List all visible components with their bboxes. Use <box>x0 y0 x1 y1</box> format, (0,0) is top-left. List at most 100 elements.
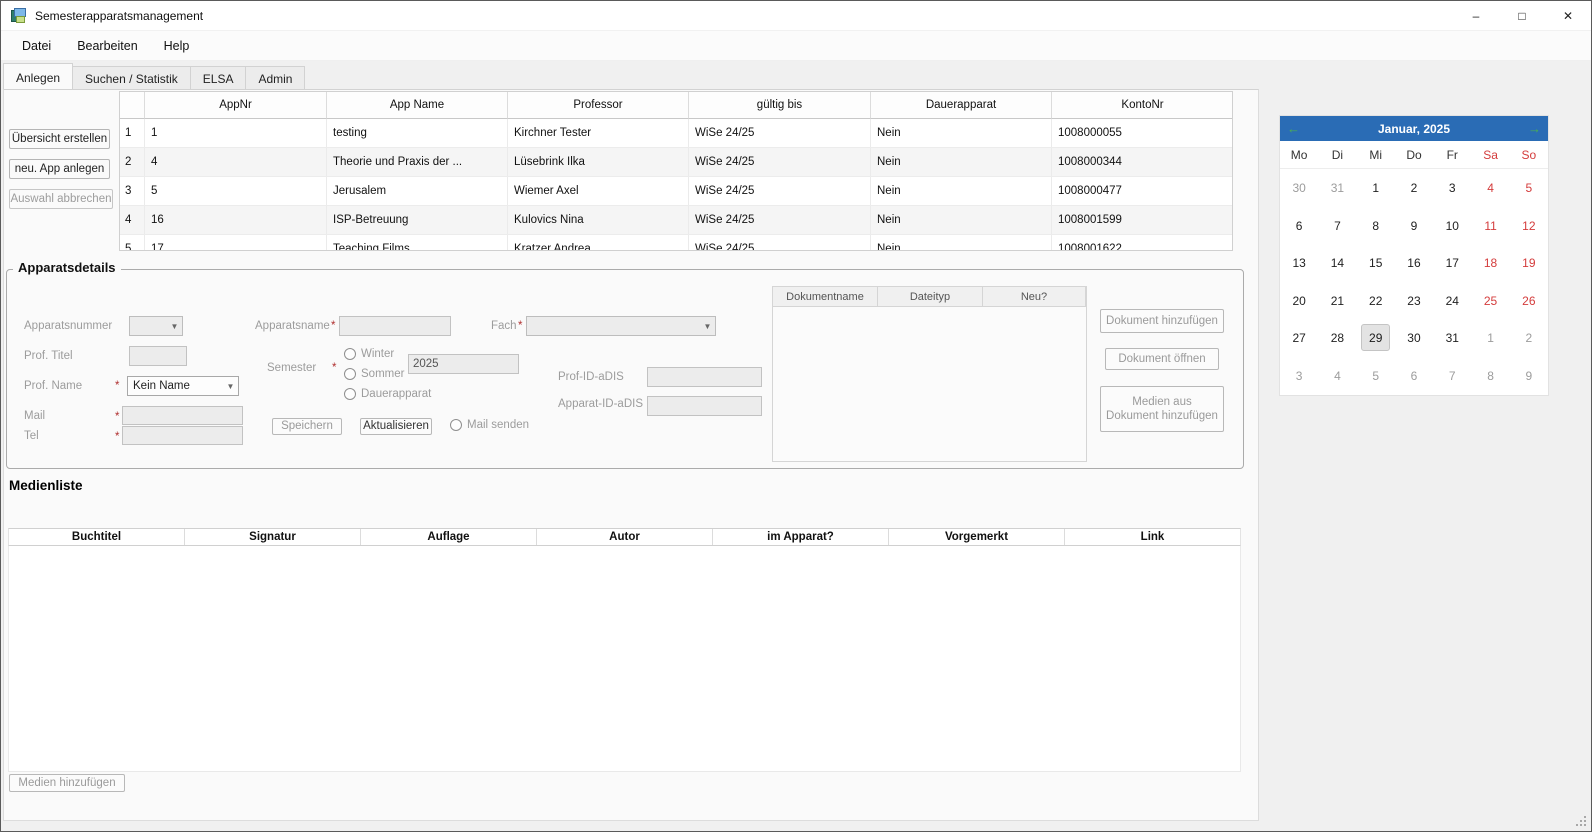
calendar-day-selected[interactable]: 29 <box>1357 319 1395 357</box>
close-button[interactable]: ✕ <box>1545 1 1591 30</box>
winter-radio[interactable]: Winter <box>344 348 394 360</box>
calendar-day[interactable]: 11 <box>1471 207 1509 245</box>
prof-id-adis-input[interactable] <box>647 367 762 387</box>
calendar-week-row: 20212223242526 <box>1280 282 1548 320</box>
mail-senden-checkbox[interactable]: Mail senden <box>450 419 529 431</box>
calendar-day[interactable]: 4 <box>1471 169 1509 207</box>
menu-item-bearbeiten[interactable]: Bearbeiten <box>64 33 150 59</box>
calendar-day[interactable]: 9 <box>1510 357 1548 395</box>
calendar-day[interactable]: 8 <box>1357 207 1395 245</box>
tab-anlegen[interactable]: Anlegen <box>3 63 73 89</box>
calendar-day[interactable]: 13 <box>1280 244 1318 282</box>
calendar-week-row: 13141516171819 <box>1280 244 1548 282</box>
calendar-day-number: 8 <box>1361 212 1390 239</box>
calendar-day[interactable]: 6 <box>1280 207 1318 245</box>
menu-item-datei[interactable]: Datei <box>9 33 64 59</box>
calendar-next-month-button[interactable]: → <box>1526 120 1543 137</box>
table-row[interactable]: 416ISP-BetreuungKulovics NinaWiSe 24/25N… <box>120 206 1232 235</box>
cell: 1008000344 <box>1052 148 1233 176</box>
ubersicht-erstellen-button[interactable]: Übersicht erstellen <box>9 129 110 149</box>
calendar-day[interactable]: 12 <box>1510 207 1548 245</box>
calendar-day[interactable]: 16 <box>1395 244 1433 282</box>
calendar-day-number: 18 <box>1476 249 1505 276</box>
dokument-hinzufugen-button[interactable]: Dokument hinzufügen <box>1100 309 1224 333</box>
table-row[interactable]: 35JerusalemWiemer AxelWiSe 24/25Nein1008… <box>120 177 1232 206</box>
calendar-day-number: 9 <box>1514 362 1543 389</box>
app-icon <box>11 8 27 24</box>
menu-item-help[interactable]: Help <box>151 33 203 59</box>
calendar-day[interactable]: 21 <box>1318 282 1356 320</box>
tel-input[interactable] <box>122 426 243 445</box>
calendar-day[interactable]: 23 <box>1395 282 1433 320</box>
mail-input[interactable] <box>122 406 243 425</box>
calendar-day[interactable]: 3 <box>1280 357 1318 395</box>
calendar-day[interactable]: 30 <box>1280 169 1318 207</box>
prof-name-combobox[interactable]: Kein Name ▼ <box>127 376 239 396</box>
calendar-day[interactable]: 20 <box>1280 282 1318 320</box>
column-header-gultig-bis: gültig bis <box>689 92 871 119</box>
dauerapparat-radio[interactable]: Dauerapparat <box>344 388 431 400</box>
tab-suchen-statistik[interactable]: Suchen / Statistik <box>72 66 191 89</box>
sommer-radio[interactable]: Sommer <box>344 368 404 380</box>
calendar-day[interactable]: 10 <box>1433 207 1471 245</box>
table-row[interactable]: 517Teaching FilmsKratzer AndreaWiSe 24/2… <box>120 235 1232 251</box>
apparat-id-adis-input[interactable] <box>647 396 762 416</box>
cell: 4 <box>145 148 327 176</box>
calendar-day[interactable]: 15 <box>1357 244 1395 282</box>
calendar-day[interactable]: 3 <box>1433 169 1471 207</box>
prof-titel-input[interactable] <box>129 346 187 366</box>
semester-year-input[interactable] <box>408 354 519 374</box>
calendar-day[interactable]: 17 <box>1433 244 1471 282</box>
calendar-day-number: 9 <box>1399 212 1428 239</box>
tab-elsa[interactable]: ELSA <box>190 66 247 89</box>
calendar-day[interactable]: 31 <box>1318 169 1356 207</box>
calendar-day[interactable]: 8 <box>1471 357 1509 395</box>
medien-hinzufuegen-button[interactable]: Medien hinzufügen <box>9 774 125 792</box>
calendar-day[interactable]: 5 <box>1510 169 1548 207</box>
calendar-day[interactable]: 6 <box>1395 357 1433 395</box>
calendar-day[interactable]: 27 <box>1280 319 1318 357</box>
calendar-day[interactable]: 1 <box>1357 169 1395 207</box>
calendar-day[interactable]: 7 <box>1318 207 1356 245</box>
calendar-day[interactable]: 28 <box>1318 319 1356 357</box>
medien-aus-dokument-hinzufugen-button[interactable]: Medien aus Dokument hinzufügen <box>1100 386 1224 432</box>
calendar-day[interactable]: 18 <box>1471 244 1509 282</box>
calendar-day[interactable]: 2 <box>1395 169 1433 207</box>
tab-admin[interactable]: Admin <box>245 66 305 89</box>
apparatsname-input[interactable] <box>339 316 451 336</box>
aktualisieren-button[interactable]: Aktualisieren <box>360 418 432 435</box>
calendar-day[interactable]: 22 <box>1357 282 1395 320</box>
cell: WiSe 24/25 <box>689 235 871 251</box>
table-row[interactable]: 24Theorie und Praxis der ...Lüsebrink Il… <box>120 148 1232 177</box>
fach-combobox[interactable]: ▼ <box>526 316 716 336</box>
calendar-day-number: 7 <box>1438 362 1467 389</box>
resize-grip-icon[interactable] <box>1584 824 1586 826</box>
calendar-day[interactable]: 25 <box>1471 282 1509 320</box>
neu-app-anlegen-button[interactable]: neu. App anlegen <box>9 159 110 179</box>
calendar-day[interactable]: 31 <box>1433 319 1471 357</box>
calendar-day[interactable]: 1 <box>1471 319 1509 357</box>
calendar-day[interactable]: 24 <box>1433 282 1471 320</box>
calendar-dow-sa: Sa <box>1471 141 1509 168</box>
calendar-day-number: 12 <box>1514 212 1543 239</box>
dokument-offnen-button[interactable]: Dokument öffnen <box>1105 348 1219 370</box>
speichern-button[interactable]: Speichern <box>272 418 342 435</box>
medienliste-title: Medienliste <box>9 478 83 493</box>
table-row[interactable]: 11testingKirchner TesterWiSe 24/25Nein10… <box>120 119 1232 148</box>
calendar-day[interactable]: 19 <box>1510 244 1548 282</box>
calendar-day[interactable]: 7 <box>1433 357 1471 395</box>
calendar-day[interactable]: 2 <box>1510 319 1548 357</box>
cell: 5 <box>120 235 145 251</box>
calendar-day[interactable]: 26 <box>1510 282 1548 320</box>
calendar-day[interactable]: 4 <box>1318 357 1356 395</box>
calendar-day[interactable]: 14 <box>1318 244 1356 282</box>
calendar-day[interactable]: 30 <box>1395 319 1433 357</box>
calendar-day[interactable]: 5 <box>1357 357 1395 395</box>
minimize-button[interactable]: – <box>1453 1 1499 30</box>
calendar-day[interactable]: 9 <box>1395 207 1433 245</box>
menu-bar: DateiBearbeitenHelp <box>1 31 1591 61</box>
maximize-button[interactable]: □ <box>1499 1 1545 30</box>
apparatsnummer-combobox[interactable]: ▼ <box>129 316 183 336</box>
auswahl-abbrechen-button[interactable]: Auswahl abbrechen <box>9 189 113 209</box>
calendar-prev-month-button[interactable]: ← <box>1285 120 1302 137</box>
